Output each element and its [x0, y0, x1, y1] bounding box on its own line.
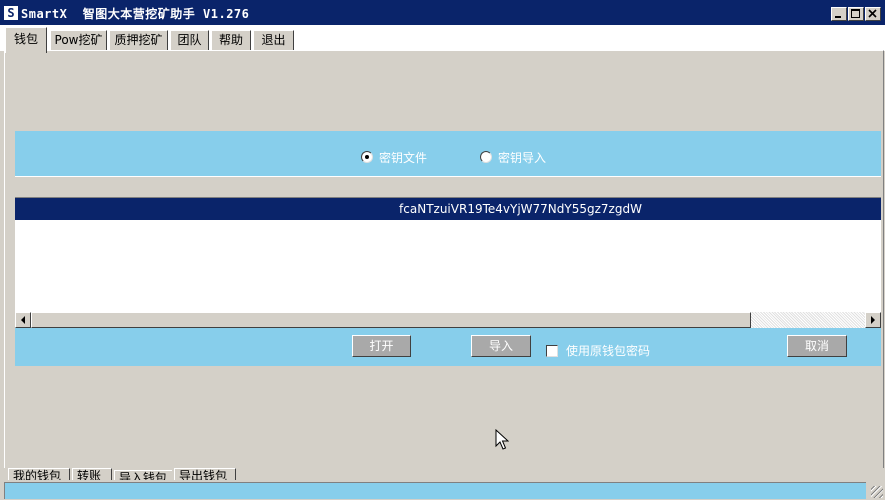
cancel-button[interactable]: 取消 [787, 335, 847, 357]
tab-exit[interactable]: 退出 [253, 30, 294, 51]
scroll-right-button[interactable] [865, 312, 881, 328]
status-bar [0, 480, 885, 500]
arrow-right-icon [871, 316, 875, 324]
scroll-left-button[interactable] [15, 312, 31, 328]
tab-export-wallet[interactable]: 导出钱包 [174, 468, 236, 480]
bottom-tab-bar: 我的钱包 转账 导入钱包 导出钱包 [0, 466, 885, 480]
maximize-icon [851, 9, 860, 18]
minimize-button[interactable] [831, 7, 847, 21]
key-list-row[interactable]: fcaNTzuiVR19Te4vYjW77NdY55gz7zgdW [15, 198, 881, 220]
use-original-password-label: 使用原钱包密码 [566, 344, 651, 358]
import-mode-band: 密钥文件 密钥导入 [15, 131, 881, 176]
tab-transfer[interactable]: 转账 [72, 468, 112, 480]
tab-team[interactable]: 团队 [170, 30, 209, 51]
checkbox-box [546, 344, 558, 357]
radio-key-file[interactable]: 密钥文件 [361, 150, 428, 165]
open-button[interactable]: 打开 [352, 335, 411, 357]
window-title: SmartX 智图大本营挖矿助手 V1.276 [21, 7, 250, 21]
maximize-button[interactable] [848, 7, 864, 21]
tab-help[interactable]: 帮助 [211, 30, 251, 51]
key-list[interactable]: fcaNTzuiVR19Te4vYjW77NdY55gz7zgdW [15, 198, 881, 312]
mouse-pointer-icon [495, 429, 509, 450]
main-tab-bar: 钱包 Pow挖矿 质押挖矿 团队 帮助 退出 [0, 25, 885, 53]
horizontal-scrollbar[interactable] [15, 312, 881, 328]
resize-grip-icon[interactable] [871, 486, 883, 498]
scroll-thumb[interactable] [31, 312, 751, 328]
app-logo-icon: S [4, 6, 18, 20]
tab-import-wallet[interactable]: 导入钱包 [114, 470, 172, 480]
tab-staking-mining[interactable]: 质押挖矿 [109, 30, 168, 51]
use-original-password-checkbox[interactable]: 使用原钱包密码 [546, 342, 650, 359]
close-button[interactable] [865, 7, 881, 21]
radio-selected-icon [361, 151, 373, 163]
minimize-icon [835, 16, 841, 18]
tab-my-wallet[interactable]: 我的钱包 [8, 468, 70, 480]
radio-unselected-icon [480, 151, 492, 163]
status-panel [4, 482, 866, 499]
close-icon [868, 9, 877, 18]
radio-key-import-label: 密钥导入 [498, 150, 547, 165]
radio-key-file-label: 密钥文件 [379, 150, 428, 165]
tab-wallet[interactable]: 钱包 [5, 27, 47, 53]
title-bar[interactable]: S SmartX 智图大本营挖矿助手 V1.276 [0, 0, 885, 25]
action-band: 打开 导入 使用原钱包密码 取消 [15, 328, 881, 366]
import-button[interactable]: 导入 [471, 335, 531, 357]
arrow-left-icon [21, 316, 25, 324]
tab-pow-mining[interactable]: Pow挖矿 [50, 30, 107, 51]
key-list-header [15, 176, 881, 198]
radio-key-import[interactable]: 密钥导入 [480, 150, 547, 165]
